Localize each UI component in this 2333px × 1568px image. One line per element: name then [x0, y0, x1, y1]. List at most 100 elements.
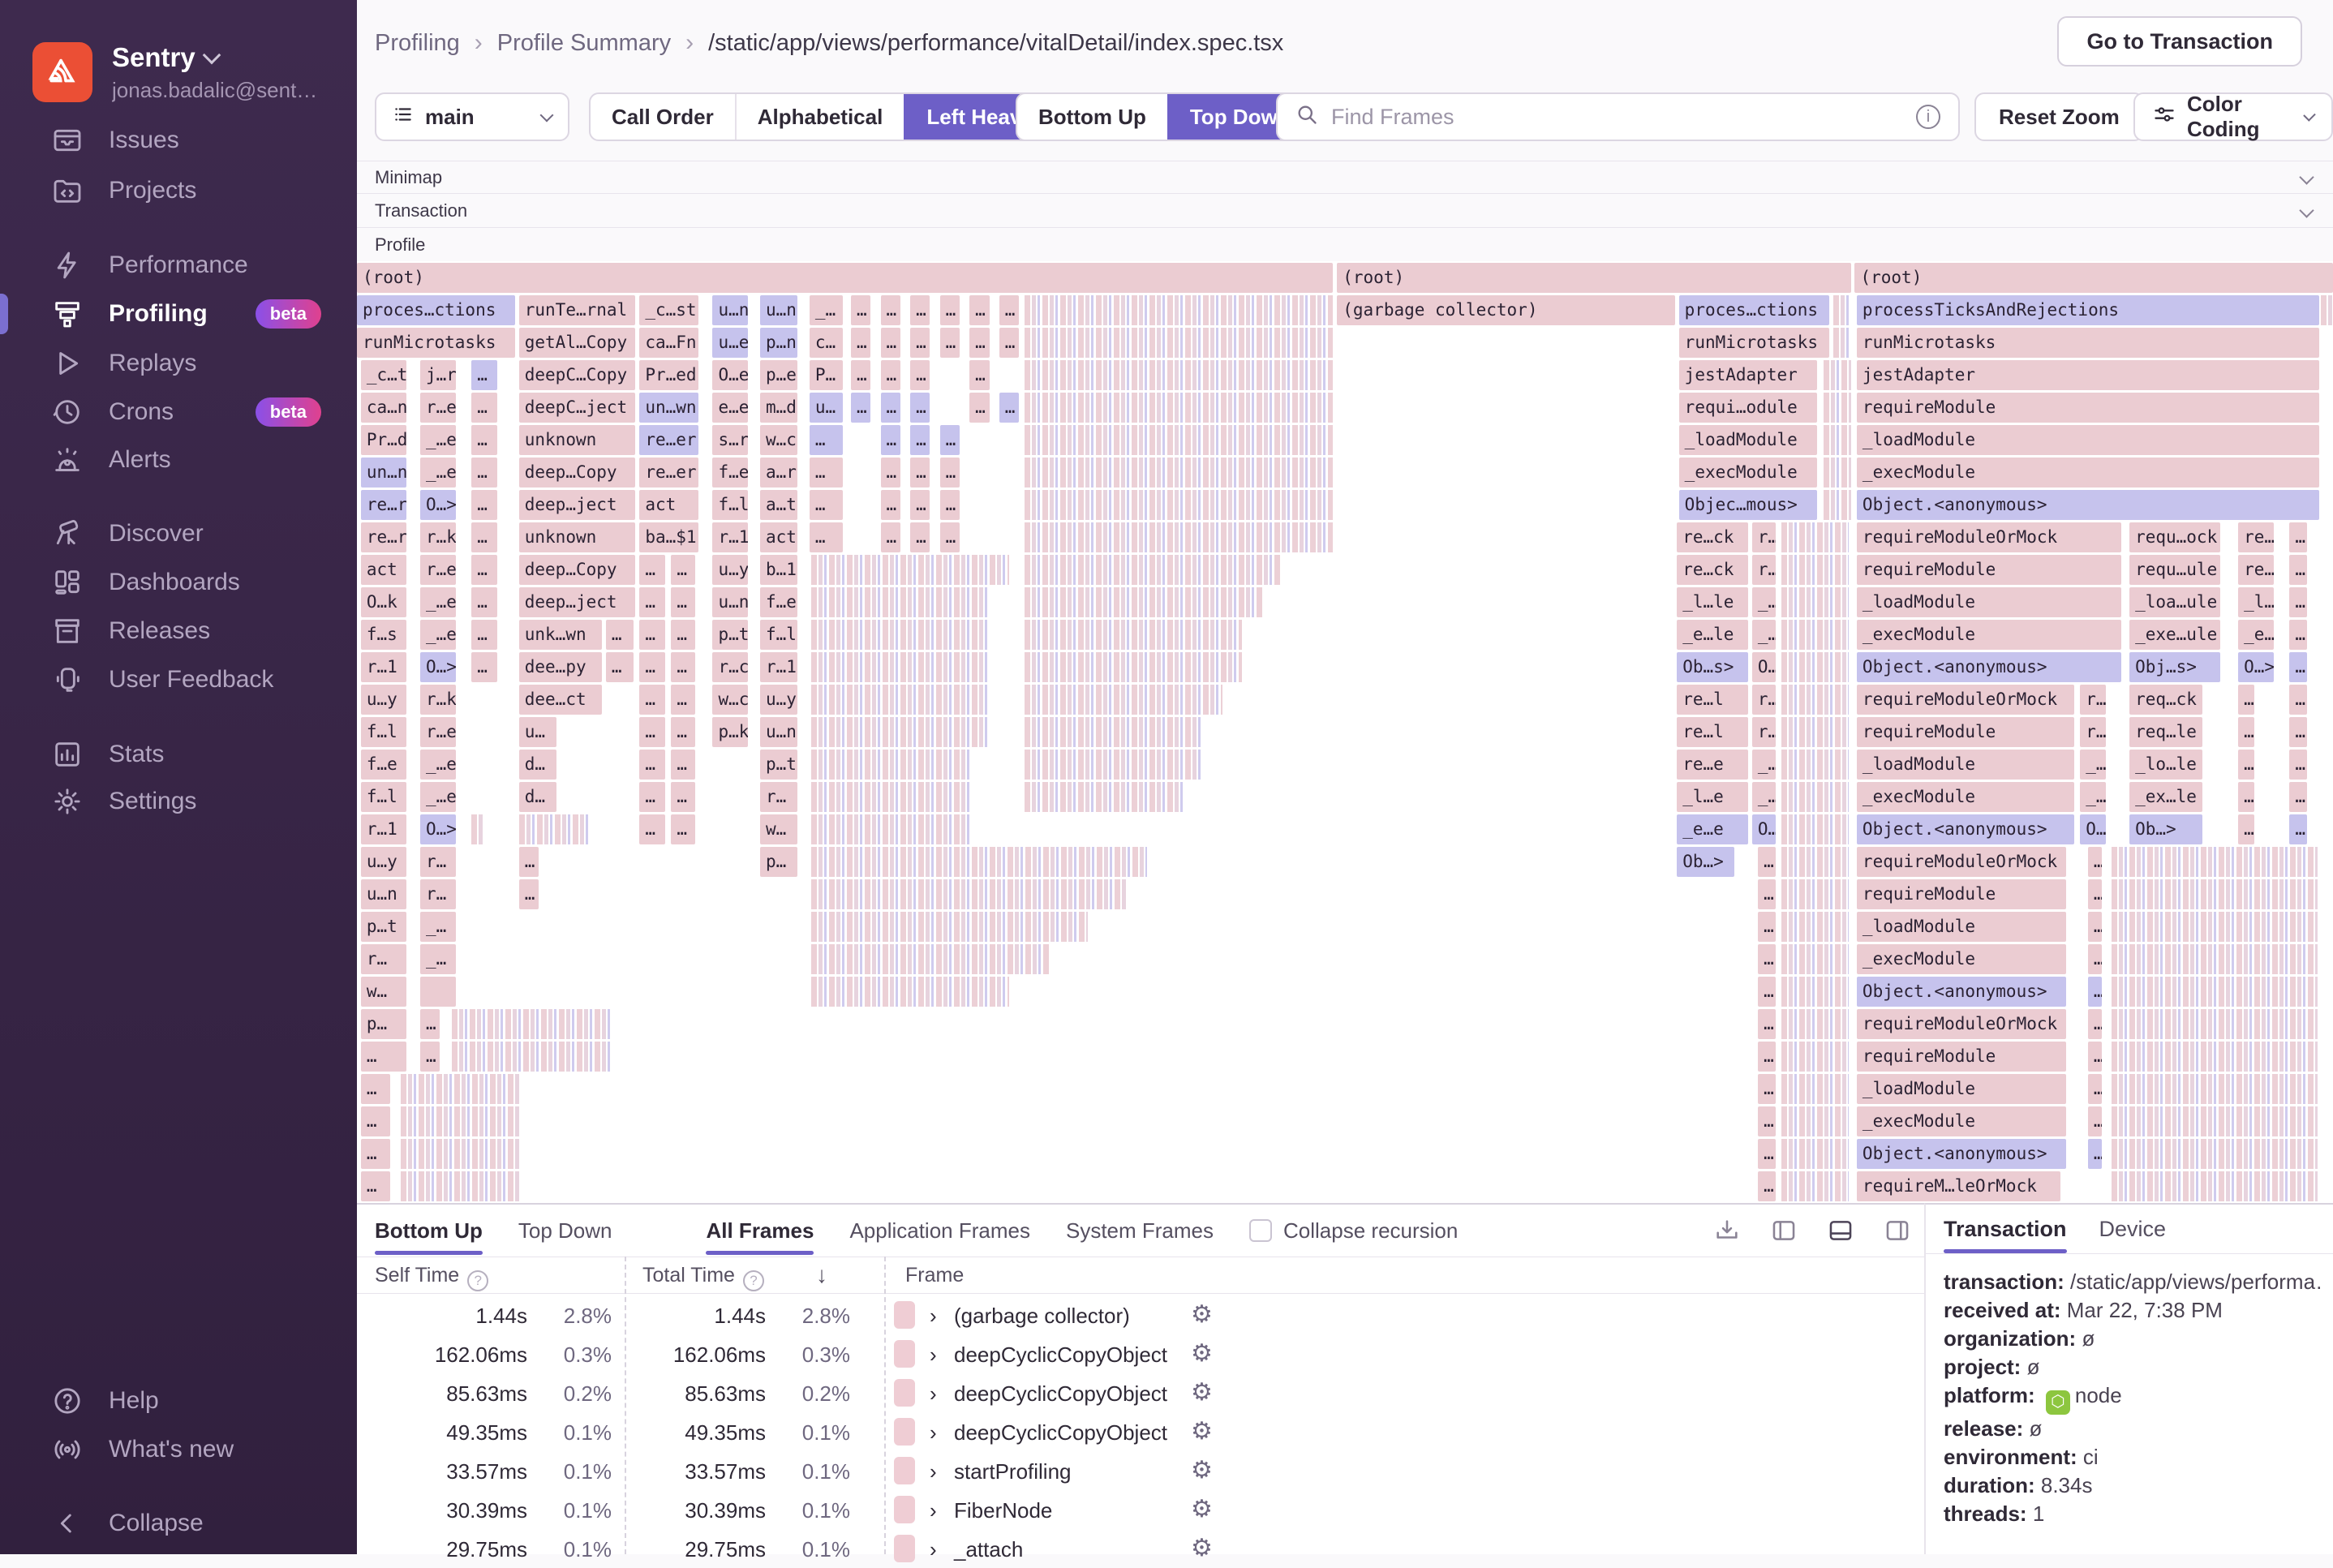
- flame-frame[interactable]: …: [2289, 717, 2308, 747]
- flame-frame[interactable]: …: [851, 360, 871, 390]
- frame-table-row[interactable]: 1.44s 2.8% 1.44s 2.8% ⚙ › (garbage collector): [357, 1295, 1924, 1334]
- layout-bottom-icon[interactable]: [1827, 1217, 1854, 1244]
- flame-frame[interactable]: …: [880, 360, 900, 390]
- flame-frame[interactable]: …: [671, 587, 695, 617]
- flame-frame[interactable]: u…y: [360, 847, 406, 877]
- flame-frame[interactable]: runMicrotasks: [1678, 328, 1829, 358]
- flame-frame[interactable]: p…t: [360, 912, 406, 942]
- flame-frame[interactable]: r…c: [712, 652, 749, 682]
- flame-frame[interactable]: …: [671, 555, 695, 585]
- total-time-header[interactable]: Total Time?: [642, 1264, 764, 1291]
- flame-frame[interactable]: p…n: [759, 328, 798, 358]
- flame-frame[interactable]: O…e: [712, 360, 749, 390]
- flame-frame[interactable]: …: [671, 782, 695, 812]
- flame-frame[interactable]: runMicrotasks: [1856, 328, 2319, 358]
- flame-frame[interactable]: e…e: [712, 393, 749, 423]
- expand-chevron-icon[interactable]: ›: [930, 1381, 937, 1407]
- flame-frame[interactable]: _l…e: [2238, 587, 2274, 617]
- flame-frame[interactable]: O…>: [2238, 652, 2274, 682]
- flame-frame[interactable]: …: [1758, 1074, 1777, 1104]
- flame-frame[interactable]: _execModule: [1678, 458, 1818, 488]
- flame-frame[interactable]: _loadModule: [1856, 587, 2122, 617]
- flame-frame[interactable]: re…ck: [1677, 522, 1748, 552]
- flame-frame[interactable]: requ…ock: [2129, 522, 2221, 552]
- flame-frame[interactable]: deep…Copy: [518, 458, 636, 488]
- flame-frame[interactable]: …: [2087, 1106, 2102, 1136]
- flame-frame[interactable]: …: [471, 555, 497, 585]
- flame-frame[interactable]: …: [1758, 912, 1777, 942]
- gear-icon[interactable]: ⚙: [1191, 1417, 1213, 1446]
- flame-frame[interactable]: …: [969, 295, 990, 325]
- flame-frame[interactable]: req…le: [2129, 717, 2203, 747]
- flame-frame[interactable]: …: [671, 620, 695, 650]
- flame-frame[interactable]: p…t: [712, 620, 749, 650]
- flame-frame[interactable]: Ob…>: [1677, 847, 1734, 877]
- flame-frame[interactable]: …: [471, 522, 497, 552]
- gear-icon[interactable]: ⚙: [1191, 1339, 1213, 1368]
- flame-frame[interactable]: …: [999, 328, 1020, 358]
- flame-frame[interactable]: …: [2238, 782, 2254, 812]
- flame-frame[interactable]: _loa…ule: [2129, 587, 2221, 617]
- flame-frame[interactable]: re…l: [1677, 717, 1748, 747]
- flame-frame[interactable]: O…k: [360, 587, 406, 617]
- flame-frame[interactable]: …: [471, 425, 497, 455]
- flame-frame[interactable]: …: [851, 393, 871, 423]
- flame-frame[interactable]: _l…e: [1677, 782, 1748, 812]
- flame-frame[interactable]: f…e: [759, 587, 798, 617]
- breadcrumb-item[interactable]: Profiling: [375, 30, 460, 57]
- tab-system-frames[interactable]: System Frames: [1066, 1205, 1214, 1257]
- expand-chevron-icon[interactable]: ›: [930, 1342, 937, 1368]
- flame-frame[interactable]: re…l: [1677, 685, 1748, 715]
- section-header-profile[interactable]: Profile: [357, 227, 2333, 261]
- flame-frame[interactable]: ba…$1: [639, 522, 699, 552]
- flame-frame[interactable]: r…k: [419, 685, 456, 715]
- flame-frame[interactable]: Object.<anonymous>: [1856, 977, 2067, 1007]
- flame-frame[interactable]: r…1: [360, 652, 406, 682]
- flame-frame[interactable]: u…n: [360, 879, 406, 909]
- flame-frame[interactable]: …: [939, 490, 960, 520]
- flame-frame[interactable]: …: [2289, 620, 2308, 650]
- frame-header[interactable]: Frame: [905, 1264, 964, 1287]
- flame-frame[interactable]: ca…n: [360, 393, 406, 423]
- flame-frame[interactable]: …: [360, 1171, 391, 1201]
- flame-frame[interactable]: O…: [2080, 814, 2106, 844]
- flame-frame[interactable]: requireModule: [1856, 879, 2067, 909]
- flame-frame[interactable]: w…c: [759, 425, 798, 455]
- flame-frame[interactable]: re…e: [2238, 555, 2274, 585]
- flame-frame[interactable]: …: [2087, 944, 2102, 974]
- flame-frame[interactable]: w…: [759, 814, 798, 844]
- flame-frame[interactable]: _l…le: [1677, 587, 1748, 617]
- flame-frame[interactable]: …: [2087, 1139, 2102, 1169]
- flame-frame[interactable]: Pr…ed: [639, 360, 699, 390]
- flame-frame[interactable]: act: [639, 490, 699, 520]
- flame-frame[interactable]: …: [2289, 555, 2308, 585]
- flame-frame[interactable]: getAl…Copy: [518, 328, 636, 358]
- flame-frame[interactable]: …: [809, 490, 844, 520]
- flame-frame[interactable]: …: [809, 458, 844, 488]
- gear-icon[interactable]: ⚙: [1191, 1534, 1213, 1562]
- flame-frame[interactable]: r…e: [419, 717, 456, 747]
- flame-frame[interactable]: …: [605, 652, 634, 682]
- expand-chevron-icon[interactable]: ›: [930, 1304, 937, 1329]
- flame-frame[interactable]: u…y: [360, 685, 406, 715]
- flame-frame[interactable]: O…>: [419, 814, 456, 844]
- sidebar-item-profiling[interactable]: Profiling beta: [0, 289, 357, 339]
- flame-frame[interactable]: Object.<anonymous>: [1856, 652, 2122, 682]
- flame-frame[interactable]: c…: [809, 328, 844, 358]
- flame-frame[interactable]: re…ck: [1677, 555, 1748, 585]
- chevron-down-icon[interactable]: [2299, 170, 2314, 185]
- flame-frame[interactable]: _…: [419, 912, 456, 942]
- flame-frame[interactable]: r…k: [419, 522, 456, 552]
- flame-frame[interactable]: _execModule: [1856, 458, 2319, 488]
- flame-frame[interactable]: r…: [419, 847, 456, 877]
- tab-device[interactable]: Device: [2099, 1205, 2167, 1253]
- flame-frame[interactable]: …: [880, 425, 900, 455]
- flame-frame[interactable]: f…l: [360, 717, 406, 747]
- color-coding-select[interactable]: Color Coding: [2133, 92, 2333, 141]
- flame-frame[interactable]: …: [2238, 717, 2254, 747]
- flame-frame[interactable]: …: [471, 458, 497, 488]
- flame-frame[interactable]: …: [2087, 912, 2102, 942]
- flame-frame[interactable]: …: [939, 522, 960, 552]
- flame-frame[interactable]: …: [671, 814, 695, 844]
- flame-frame[interactable]: …: [910, 522, 930, 552]
